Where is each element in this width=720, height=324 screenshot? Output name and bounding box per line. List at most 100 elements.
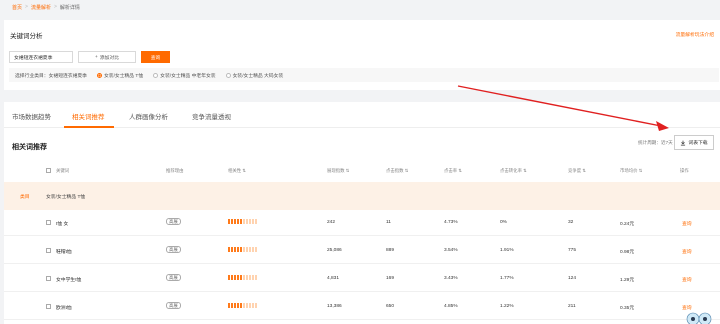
relevance-segment xyxy=(246,275,248,280)
col-relevance[interactable]: 相关性 ⇅ xyxy=(228,168,246,174)
tab-market-trend[interactable]: 市场数据趋势 xyxy=(12,111,51,121)
query-action-link[interactable]: 查询 xyxy=(682,220,692,227)
relevance-segment xyxy=(228,275,230,280)
download-icon xyxy=(681,140,686,145)
cell-competition: 124 xyxy=(568,276,577,281)
cell-ctr: 3.43% xyxy=(444,276,458,281)
relevance-segment xyxy=(231,219,233,224)
relevance-bar xyxy=(228,247,259,252)
relevance-bar xyxy=(228,303,259,308)
relevance-segment xyxy=(246,303,248,308)
col-ctr[interactable]: 点击率 ⇅ xyxy=(444,168,462,174)
panel-title: 关键词分析 xyxy=(10,33,43,40)
row-checkbox[interactable] xyxy=(46,220,51,225)
assistant-mascot-icon[interactable] xyxy=(684,310,714,324)
col-clicks[interactable]: 点击指数 ⇅ xyxy=(386,168,408,174)
keyword-input[interactable] xyxy=(9,51,73,63)
row-checkbox[interactable] xyxy=(46,248,51,253)
relevance-segment xyxy=(234,275,236,280)
cell-ctr: 4.73% xyxy=(444,220,458,225)
relevance-segment xyxy=(252,303,254,308)
table-row: 女中学生t恤 高展 4,831 169 3.43% 1.77% 124 1.29元 查询 xyxy=(4,266,720,292)
relevance-segment xyxy=(249,275,251,280)
category-group-row: 类目 女装/女士精品 T恤 xyxy=(4,182,720,210)
col-competition[interactable]: 竞争度 ⇅ xyxy=(568,168,586,174)
cell-clicks: 169 xyxy=(386,276,395,281)
breadcrumb: 首页 > 流量解析 > 解析详情 xyxy=(12,3,80,11)
relevance-bar xyxy=(228,275,259,280)
group-name: 女装/女士精品 T恤 xyxy=(46,195,86,200)
relevance-segment xyxy=(237,275,239,280)
cell-cvr: 0% xyxy=(500,220,507,225)
relevance-segment xyxy=(234,219,236,224)
tab-related-words[interactable]: 相关词推荐 xyxy=(72,111,105,121)
relevance-segment xyxy=(243,219,245,224)
cell-ctr: 4.85% xyxy=(444,304,458,309)
industry-label: 选择行业类目：女裙短连衣裙夏季 xyxy=(15,73,87,79)
section-title: 相关词推荐 xyxy=(12,144,47,151)
help-link[interactable]: 流量解析玩法介绍 xyxy=(676,31,714,38)
relevance-segment xyxy=(243,303,245,308)
download-label: 词表下载 xyxy=(688,141,708,146)
table-row: 鞋帽t恤 高展 25,086 889 3.54% 1.91% 775 0.98元 查询 xyxy=(4,238,720,264)
cell-keyword: t恤 女 xyxy=(56,222,69,227)
breadcrumb-parent[interactable]: 流量解析 xyxy=(31,4,51,11)
industry-selector: 选择行业类目：女裙短连衣裙夏季 女装/女士精品 T恤 女装/女士精品 中老年女装… xyxy=(9,68,719,82)
cell-competition: 211 xyxy=(568,304,576,309)
relevance-segment xyxy=(249,303,251,308)
relevance-segment xyxy=(252,275,254,280)
industry-option-plus-size[interactable]: 女装/女士精品 大码女装 xyxy=(225,72,283,79)
col-cvr[interactable]: 点击转化率 ⇅ xyxy=(500,168,527,174)
cell-keyword: 鞋帽t恤 xyxy=(56,250,72,255)
cell-price: 0.24元 xyxy=(620,222,635,227)
breadcrumb-home[interactable]: 首页 xyxy=(12,4,22,11)
query-action-link[interactable]: 查询 xyxy=(682,276,692,283)
relevance-segment xyxy=(228,219,230,224)
row-checkbox[interactable] xyxy=(46,276,51,281)
cell-competition: 32 xyxy=(568,220,574,225)
query-action-link[interactable]: 查询 xyxy=(682,248,692,255)
industry-option-tshirt[interactable]: 女装/女士精品 T恤 xyxy=(96,72,143,79)
relevance-segment xyxy=(246,219,248,224)
row-checkbox[interactable] xyxy=(46,304,51,309)
cell-cvr: 1.77% xyxy=(500,276,514,281)
active-tab-indicator xyxy=(64,126,114,128)
add-compare-button[interactable]: + 添加对比 xyxy=(78,51,136,63)
relevance-segment xyxy=(231,275,233,280)
relevance-segment xyxy=(255,219,257,224)
select-all-checkbox[interactable] xyxy=(46,168,51,173)
reason-tag: 高展 xyxy=(166,218,181,225)
reason-tag: 高展 xyxy=(166,302,181,309)
table-header: 关键词 推荐理由 相关性 ⇅ 展现指数 ⇅ 点击指数 ⇅ 点击率 ⇅ 点击转化率… xyxy=(4,160,720,182)
industry-option-middle-aged[interactable]: 女装/女士精品 中老年女装 xyxy=(153,72,216,79)
reason-tag: 高展 xyxy=(166,274,181,281)
col-price[interactable]: 市场均价 ⇅ xyxy=(620,168,642,174)
relevance-segment xyxy=(237,219,239,224)
cell-price: 0.98元 xyxy=(620,250,635,255)
relevance-bar xyxy=(228,219,259,224)
table-row: t恤 女 高展 242 11 4.73% 0% 32 0.24元 查询 xyxy=(4,210,720,236)
col-impressions[interactable]: 展现指数 ⇅ xyxy=(327,168,349,174)
relevance-segment xyxy=(237,303,239,308)
query-button[interactable]: 查询 xyxy=(141,51,170,63)
relevance-segment xyxy=(243,275,245,280)
relevance-segment xyxy=(231,247,233,252)
relevance-segment xyxy=(240,219,242,224)
cell-competition: 775 xyxy=(568,248,577,253)
download-button[interactable]: 词表下载 xyxy=(674,135,714,150)
cell-impressions: 4,831 xyxy=(327,276,340,281)
relevance-segment xyxy=(255,247,257,252)
relevance-segment xyxy=(231,303,233,308)
cell-impressions: 13,386 xyxy=(327,304,342,309)
tab-competition-traffic[interactable]: 竞争流量透视 xyxy=(192,111,231,121)
tab-audience-profile[interactable]: 人群画像分析 xyxy=(129,111,168,121)
cell-cvr: 1.91% xyxy=(500,248,514,253)
cell-price: 0.35元 xyxy=(620,306,635,311)
cell-keyword: 欧洲t恤 xyxy=(56,306,72,311)
analysis-main-panel: 市场数据趋势 相关词推荐 人群画像分析 竞争流量透视 相关词推荐 统计周期：近7… xyxy=(4,102,720,324)
table-row: 欧洲t恤 高展 13,386 650 4.85% 1.22% 211 0.35元 查询 xyxy=(4,294,720,320)
reason-tag: 高展 xyxy=(166,246,181,253)
relevance-segment xyxy=(255,275,257,280)
relevance-segment xyxy=(228,247,230,252)
relevance-segment xyxy=(240,275,242,280)
